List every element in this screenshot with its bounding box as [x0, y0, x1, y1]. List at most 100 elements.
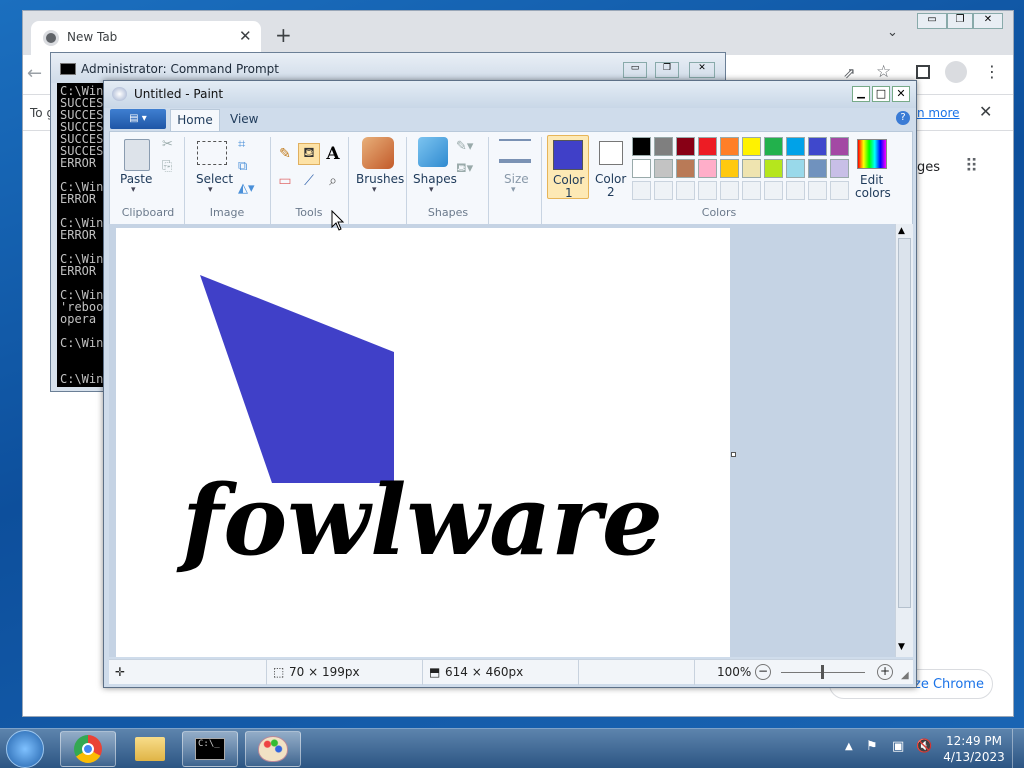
paste-icon[interactable]	[124, 139, 150, 171]
cut-icon[interactable]: ✂	[162, 137, 173, 152]
palette-empty-swatch[interactable]	[786, 181, 805, 200]
eraser-icon[interactable]: ▭	[274, 170, 296, 192]
palette-empty-swatch[interactable]	[720, 181, 739, 200]
size-dropdown-icon[interactable]: ▾	[511, 185, 516, 195]
vertical-scrollbar[interactable]: ▲ ▼	[895, 224, 913, 657]
palette-swatch[interactable]	[764, 159, 783, 178]
palette-swatch[interactable]	[830, 137, 849, 156]
shapes-icon[interactable]	[418, 137, 448, 167]
tab-new-tab[interactable]: New Tab ✕	[31, 21, 261, 55]
canvas-resize-handle[interactable]	[731, 452, 736, 457]
infobar-close-icon[interactable]: ✕	[979, 102, 992, 121]
select-dropdown-icon[interactable]: ▾	[208, 185, 213, 195]
palette-empty-swatch[interactable]	[632, 181, 651, 200]
palette-swatch[interactable]	[676, 137, 695, 156]
start-button[interactable]	[6, 730, 44, 768]
palette-swatch[interactable]	[786, 159, 805, 178]
back-arrow-icon[interactable]: ←	[27, 63, 42, 84]
infobar-learn-more-link[interactable]: n more	[917, 106, 960, 120]
clock-time[interactable]: 12:49 PM	[942, 734, 1006, 748]
brushes-dropdown-icon[interactable]: ▾	[372, 185, 377, 195]
color1-button[interactable]: Color 1	[547, 135, 589, 200]
window-close-icon[interactable]: ✕	[973, 13, 1003, 29]
action-center-icon[interactable]: ⚑	[866, 739, 878, 754]
taskbar-command-prompt[interactable]: C:\_	[182, 731, 238, 767]
cmd-titlebar[interactable]: Administrator: Command Prompt ▭ ❐ ✕	[51, 53, 725, 83]
cmd-close-icon[interactable]: ✕	[689, 62, 715, 78]
copy-icon[interactable]: ⎘	[162, 159, 172, 174]
outline-icon[interactable]: ✎▾	[456, 139, 473, 154]
zoom-out-icon[interactable]: −	[755, 664, 771, 680]
paint-minimize-icon[interactable]: ▁	[852, 86, 870, 102]
window-grip-icon[interactable]: ◢	[901, 670, 909, 681]
palette-empty-swatch[interactable]	[830, 181, 849, 200]
scroll-thumb[interactable]	[898, 238, 911, 608]
text-tool-icon[interactable]: A	[322, 143, 344, 165]
magnifier-icon[interactable]: ⌕	[322, 170, 344, 192]
zoom-in-icon[interactable]: +	[877, 664, 893, 680]
clock-date[interactable]: 4/13/2023	[942, 750, 1006, 764]
profile-avatar-icon[interactable]	[945, 61, 967, 83]
palette-empty-swatch[interactable]	[764, 181, 783, 200]
shapes-button[interactable]: Shapes	[413, 173, 457, 186]
palette-swatch[interactable]	[676, 159, 695, 178]
palette-swatch[interactable]	[808, 159, 827, 178]
volume-muted-icon[interactable]: 🔇	[916, 739, 932, 754]
scroll-down-icon[interactable]: ▼	[898, 642, 905, 652]
select-button[interactable]: Select	[196, 173, 233, 186]
cmd-maximize-icon[interactable]: ❐	[655, 62, 679, 78]
tab-close-icon[interactable]: ✕	[239, 27, 252, 45]
taskbar-paint[interactable]	[245, 731, 301, 767]
tab-view[interactable]: View	[230, 112, 258, 126]
help-icon[interactable]: ?	[896, 111, 910, 125]
palette-swatch[interactable]	[808, 137, 827, 156]
palette-empty-swatch[interactable]	[698, 181, 717, 200]
google-images-link[interactable]: ges	[917, 160, 940, 175]
palette-swatch[interactable]	[742, 137, 761, 156]
paste-button[interactable]: Paste	[120, 173, 152, 186]
palette-swatch[interactable]	[632, 137, 651, 156]
palette-swatch[interactable]	[654, 159, 673, 178]
show-hidden-icons[interactable]: ▲	[845, 741, 853, 752]
palette-empty-swatch[interactable]	[742, 181, 761, 200]
pencil-icon[interactable]: ✎	[274, 143, 296, 165]
color2-button[interactable]: Color 2	[593, 135, 629, 199]
cmd-minimize-icon[interactable]: ▭	[623, 62, 647, 78]
paint-menu-button[interactable]: ▤ ▾	[110, 109, 166, 129]
size-icon[interactable]	[499, 139, 531, 163]
brushes-icon[interactable]	[362, 137, 394, 169]
paste-dropdown-icon[interactable]: ▾	[131, 185, 136, 195]
window-restore-icon[interactable]: ❐	[947, 13, 973, 29]
crop-icon[interactable]: ⌗	[238, 137, 245, 152]
color-picker-icon[interactable]: ⟋	[298, 170, 320, 192]
scroll-up-icon[interactable]: ▲	[898, 226, 905, 236]
fill-icon[interactable]: ⛾▾	[456, 161, 473, 178]
fill-bucket-icon[interactable]: ⛾	[298, 143, 320, 165]
palette-swatch[interactable]	[720, 137, 739, 156]
shapes-dropdown-icon[interactable]: ▾	[429, 185, 434, 195]
apps-grid-icon[interactable]: ⠿	[965, 156, 978, 177]
bookmark-star-icon[interactable]: ☆	[876, 62, 891, 82]
zoom-slider-thumb[interactable]	[821, 665, 824, 679]
taskbar-chrome[interactable]	[60, 731, 116, 767]
palette-swatch[interactable]	[786, 137, 805, 156]
window-minimize-icon[interactable]: ▭	[917, 13, 947, 29]
menu-kebab-icon[interactable]: ⋮	[984, 62, 1000, 81]
select-icon[interactable]	[197, 141, 227, 165]
side-panel-icon[interactable]	[916, 65, 930, 79]
edit-colors-icon[interactable]	[857, 139, 887, 169]
show-desktop-button[interactable]	[1012, 729, 1024, 768]
palette-swatch[interactable]	[698, 159, 717, 178]
palette-empty-swatch[interactable]	[654, 181, 673, 200]
drawing-canvas[interactable]: fowlware	[116, 228, 730, 657]
brushes-button[interactable]: Brushes	[356, 173, 404, 186]
palette-empty-swatch[interactable]	[808, 181, 827, 200]
palette-swatch[interactable]	[654, 137, 673, 156]
network-icon[interactable]: ▣	[892, 739, 904, 754]
size-button[interactable]: Size	[504, 173, 529, 186]
palette-swatch[interactable]	[742, 159, 761, 178]
palette-swatch[interactable]	[698, 137, 717, 156]
palette-swatch[interactable]	[764, 137, 783, 156]
rotate-icon[interactable]: ◭▾	[238, 181, 255, 196]
tab-search-chevron-icon[interactable]: ⌄	[887, 25, 898, 40]
